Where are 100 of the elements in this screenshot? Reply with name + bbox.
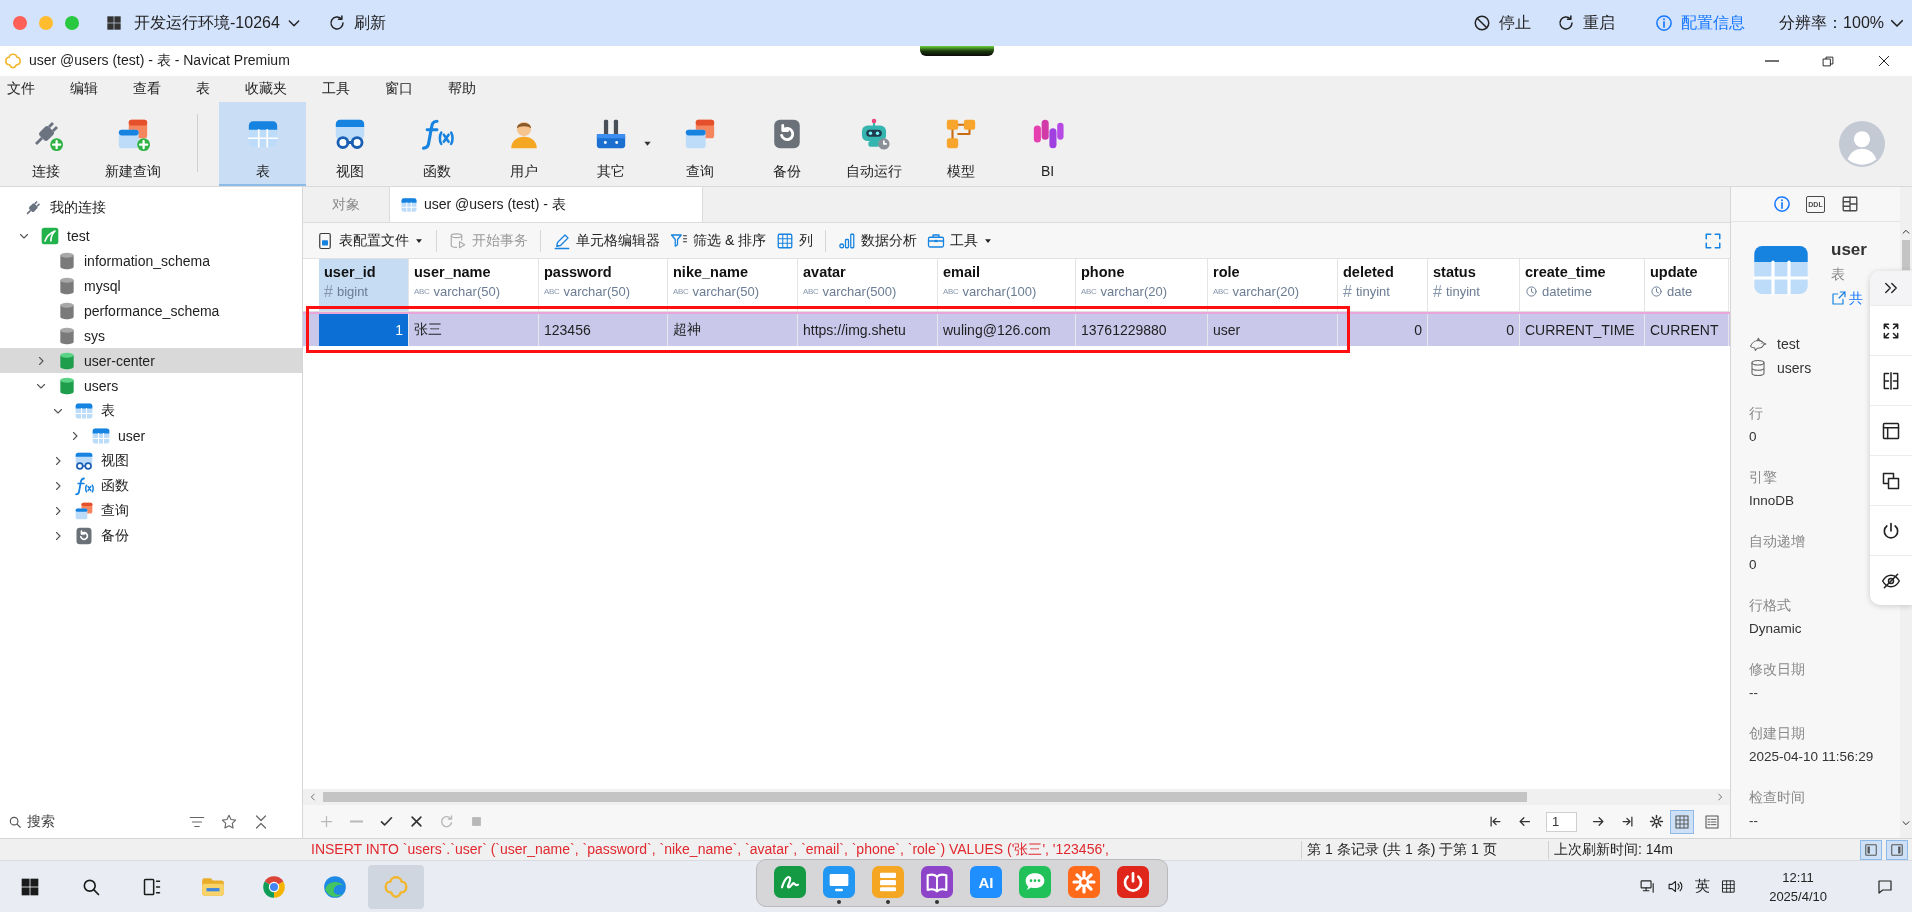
- columns-button[interactable]: 列: [771, 226, 819, 255]
- analysis-button[interactable]: 数据分析: [833, 226, 923, 255]
- column-header[interactable]: role ABC varchar(20): [1208, 259, 1338, 311]
- model-button[interactable]: 模型: [917, 102, 1004, 186]
- previous-page-icon[interactable]: [1517, 814, 1532, 829]
- share-link[interactable]: 共: [1831, 286, 1863, 310]
- close-icon[interactable]: [408, 814, 424, 829]
- tab[interactable]: user @users (test) - 表: [389, 187, 703, 222]
- settings-icon[interactable]: [1649, 814, 1664, 829]
- refresh-button[interactable]: 刷新: [327, 12, 386, 34]
- menu-item[interactable]: 编辑: [52, 77, 116, 101]
- scroll-up-icon[interactable]: [1901, 227, 1911, 237]
- stop-button[interactable]: 停止: [1473, 12, 1532, 34]
- column-header[interactable]: phone ABC varchar(20): [1076, 259, 1208, 311]
- column-header[interactable]: create_time datetime: [1520, 259, 1645, 311]
- star-icon[interactable]: [220, 812, 238, 831]
- fullscreen-icon[interactable]: [1704, 231, 1722, 250]
- tree-item[interactable]: 表: [0, 398, 302, 423]
- new-query-button[interactable]: 新建查询: [89, 102, 176, 186]
- tree-item[interactable]: information_schema: [0, 248, 302, 273]
- left-panel-button[interactable]: [1860, 839, 1882, 860]
- column-header[interactable]: deleted # tinyint: [1338, 259, 1428, 311]
- table-row[interactable]: 1 张三 123456 超神 https://img.shetu wuling@126.com 13761229880 user 0 0 CURRENT_TIME CURRENT: [303, 312, 1730, 346]
- grid-view-button[interactable]: [1670, 809, 1694, 834]
- profile-button[interactable]: 表配置文件: [311, 226, 429, 255]
- network-icon[interactable]: [1639, 878, 1657, 895]
- database-name: users: [1777, 360, 1812, 376]
- tree-item[interactable]: sys: [0, 323, 302, 348]
- tree-item[interactable]: 函数: [0, 473, 302, 498]
- scrollbar-thumb[interactable]: [1902, 240, 1910, 270]
- column-header[interactable]: status # tinyint: [1428, 259, 1520, 311]
- menu-item[interactable]: 查看: [115, 77, 179, 101]
- function-button[interactable]: 函数: [393, 102, 480, 186]
- horizontal-scrollbar[interactable]: [303, 789, 1730, 805]
- tree-item[interactable]: user: [0, 423, 302, 448]
- column-header[interactable]: email ABC varchar(100): [938, 259, 1076, 311]
- right-panel-button[interactable]: [1886, 839, 1908, 860]
- session-selector[interactable]: 开发运行环境-10264: [134, 12, 302, 34]
- column-header[interactable]: nike_name ABC varchar(50): [668, 259, 798, 311]
- restart-button[interactable]: 重启: [1557, 12, 1616, 34]
- table-button[interactable]: 表: [219, 102, 306, 186]
- menu-item[interactable]: 收藏夹: [227, 77, 305, 101]
- menu-item[interactable]: 文件: [0, 77, 53, 101]
- tree-item[interactable]: 备份: [0, 523, 302, 548]
- table-cell: 0: [1428, 314, 1520, 346]
- cell-editor-button[interactable]: 单元格编辑器: [548, 226, 665, 255]
- menu-item[interactable]: 表: [178, 77, 228, 101]
- zoom-dot-icon[interactable]: [65, 16, 79, 30]
- pull-handle[interactable]: [920, 46, 994, 56]
- column-header[interactable]: avatar ABC varchar(500): [798, 259, 938, 311]
- menu-item[interactable]: 窗口: [367, 77, 431, 101]
- tree-item[interactable]: performance_schema: [0, 298, 302, 323]
- minimize-dot-icon[interactable]: [39, 16, 53, 30]
- column-header[interactable]: update date: [1645, 259, 1729, 311]
- input-language-indicator[interactable]: 英: [1695, 877, 1711, 896]
- tree-item[interactable]: user-center: [0, 348, 302, 373]
- function-icon: [74, 475, 94, 496]
- tree-item[interactable]: mysql: [0, 273, 302, 298]
- clock-time[interactable]: 12:11: [1782, 867, 1814, 887]
- column-header[interactable]: user_name ABC varchar(50): [409, 259, 539, 311]
- column-header[interactable]: password ABC varchar(50): [539, 259, 668, 311]
- first-page-icon[interactable]: [1488, 814, 1503, 829]
- last-page-icon[interactable]: [1620, 814, 1635, 829]
- backup-button[interactable]: 备份: [743, 102, 830, 186]
- tree-item[interactable]: test: [0, 223, 302, 248]
- next-page-icon[interactable]: [1591, 814, 1606, 829]
- cloud-outline-icon: [4, 52, 22, 70]
- column-header[interactable]: user_id # bigint: [319, 259, 409, 311]
- other-button[interactable]: 其它: [567, 102, 654, 186]
- close-dot-icon[interactable]: [13, 16, 27, 30]
- user-button[interactable]: 用户: [480, 102, 567, 186]
- connect-button[interactable]: 连接: [2, 102, 89, 186]
- menu-item[interactable]: 帮助: [430, 77, 494, 101]
- menu-item[interactable]: 工具: [304, 77, 368, 101]
- clock-date[interactable]: 2025/4/10: [1769, 886, 1827, 906]
- scroll-down-icon[interactable]: [1901, 818, 1911, 828]
- check-icon[interactable]: [378, 814, 394, 829]
- tree-item[interactable]: users: [0, 373, 302, 398]
- search-field[interactable]: 搜索: [8, 809, 168, 834]
- resolution-selector[interactable]: 分辨率：100%: [1779, 12, 1906, 34]
- tree-item[interactable]: 查询: [0, 498, 302, 523]
- scrollbar-thumb[interactable]: [323, 792, 1527, 802]
- tree-item[interactable]: 我的连接: [0, 193, 302, 223]
- expand-button[interactable]: [1870, 271, 1912, 305]
- tree-item[interactable]: 视图: [0, 448, 302, 473]
- page-number-field[interactable]: 1: [1546, 811, 1577, 832]
- speech-bubble-icon[interactable]: [1876, 877, 1894, 896]
- monitor-app-icon[interactable]: [823, 866, 855, 904]
- book-app-icon[interactable]: [921, 866, 953, 904]
- minimize-icon: [1765, 60, 1779, 62]
- volume-icon[interactable]: [1667, 878, 1685, 895]
- bi-button[interactable]: BI: [1004, 102, 1091, 186]
- view-button[interactable]: 视图: [306, 102, 393, 186]
- filter-button[interactable]: 筛选 & 排序: [665, 226, 772, 255]
- tools-button[interactable]: 工具: [922, 226, 999, 255]
- type-mark: #: [1343, 284, 1352, 299]
- function-icon: [419, 117, 454, 151]
- input-method-icon[interactable]: [1721, 879, 1737, 894]
- automation-button[interactable]: 自动运行: [830, 102, 917, 186]
- query-button[interactable]: 查询: [656, 102, 743, 186]
